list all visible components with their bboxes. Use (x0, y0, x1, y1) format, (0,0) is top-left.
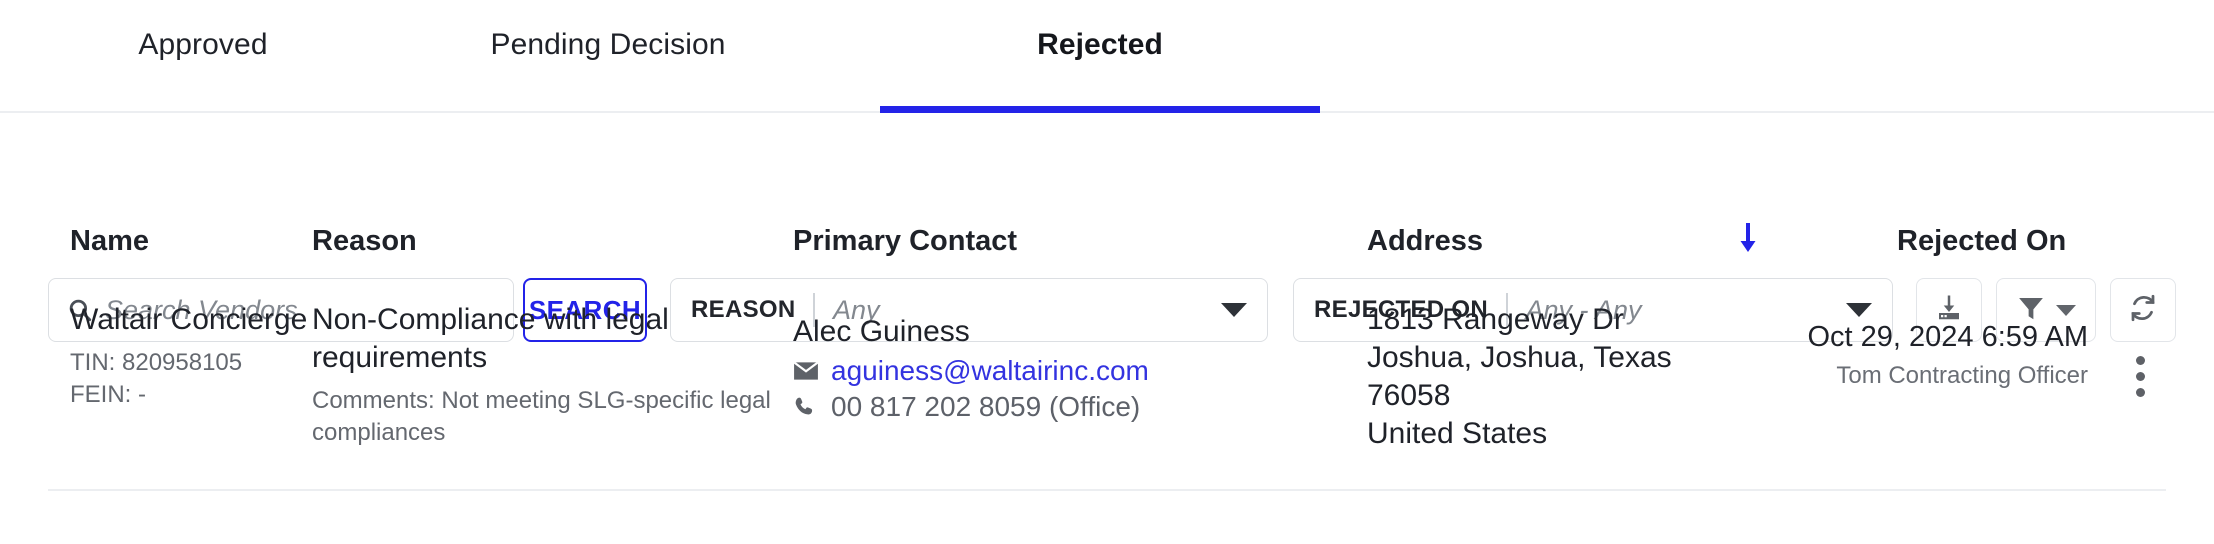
contact-email-link[interactable]: aguiness@waltairinc.com (831, 355, 1149, 387)
tab-rejected-underline (880, 106, 1320, 113)
contact-phone-row: 00 817 202 8059 (Office) (793, 391, 1353, 423)
phone-icon (793, 394, 819, 420)
vendors-table: Name Reason Primary Contact Address Reje… (0, 223, 2214, 491)
contact-email-row[interactable]: aguiness@waltairinc.com (793, 355, 1353, 387)
filter-toolbar: SEARCH REASON Any REJECTED ON Any - Any (0, 113, 2214, 342)
cell-name: Waltair Concierge TIN: 820958105 FEIN: - (70, 301, 320, 411)
column-header-primary-contact[interactable]: Primary Contact (793, 225, 1017, 258)
rejected-on-date: Oct 29, 2024 6:59 AM (1807, 321, 2088, 353)
contact-name: Alec Guiness (793, 315, 970, 348)
address-line-2: Joshua, Joshua, Texas (1367, 341, 1672, 375)
cell-rejected-on: Oct 29, 2024 6:59 AM Tom Contracting Off… (1748, 321, 2088, 390)
contact-phone: 00 817 202 8059 (Office) (831, 391, 1141, 422)
kebab-dot (2135, 355, 2145, 365)
vendor-fein: FEIN: - (70, 381, 146, 408)
tab-bar: Approved Pending Decision Rejected (0, 0, 2214, 113)
cell-primary-contact: Alec Guiness aguiness@waltairinc.com 00 … (793, 315, 1353, 423)
vendor-tin: TIN: 820958105 (70, 349, 243, 377)
vendors-rejected-page: Approved Pending Decision Rejected Searc… (0, 0, 2214, 544)
tab-pending-decision-underline (432, 106, 784, 113)
column-header-name[interactable]: Name (70, 225, 149, 258)
vendor-name: Waltair Concierge (70, 303, 308, 336)
envelope-icon (793, 358, 819, 384)
tab-approved-label: Approved (138, 28, 268, 61)
address-line-3: 76058 (1367, 379, 1451, 413)
kebab-dot (2135, 371, 2145, 381)
tab-rejected-label: Rejected (1037, 28, 1163, 61)
address-line-4: United States (1367, 417, 1548, 451)
kebab-dot (2135, 387, 2145, 397)
row-actions-menu-icon[interactable] (2118, 346, 2162, 406)
rejection-reason: Non-Compliance with legal requirements (312, 303, 669, 375)
tab-pending-decision[interactable]: Pending Decision (432, 0, 784, 113)
column-header-rejected-on[interactable]: Rejected On (1897, 225, 2066, 258)
tab-pending-decision-label: Pending Decision (490, 28, 726, 61)
table-row[interactable]: Waltair Concierge TIN: 820958105 FEIN: -… (48, 291, 2166, 491)
table-header-row: Name Reason Primary Contact Address Reje… (0, 223, 2214, 291)
tab-approved-underline (92, 106, 314, 113)
cell-address: 1813 Rangeway Dr Joshua, Joshua, Texas 7… (1367, 301, 1767, 453)
column-header-address[interactable]: Address (1367, 225, 1483, 258)
tab-rejected[interactable]: Rejected (880, 0, 1320, 113)
tab-approved[interactable]: Approved (92, 0, 314, 113)
address-line-1: 1813 Rangeway Dr (1367, 303, 1624, 336)
rejection-comments: Comments: Not meeting SLG-specific legal… (312, 387, 771, 447)
column-header-reason[interactable]: Reason (312, 225, 417, 258)
arrow-down-icon[interactable] (1736, 221, 1760, 255)
rejected-by-user: Tom Contracting Officer (1836, 362, 2088, 389)
cell-reason: Non-Compliance with legal requirements C… (312, 301, 782, 449)
